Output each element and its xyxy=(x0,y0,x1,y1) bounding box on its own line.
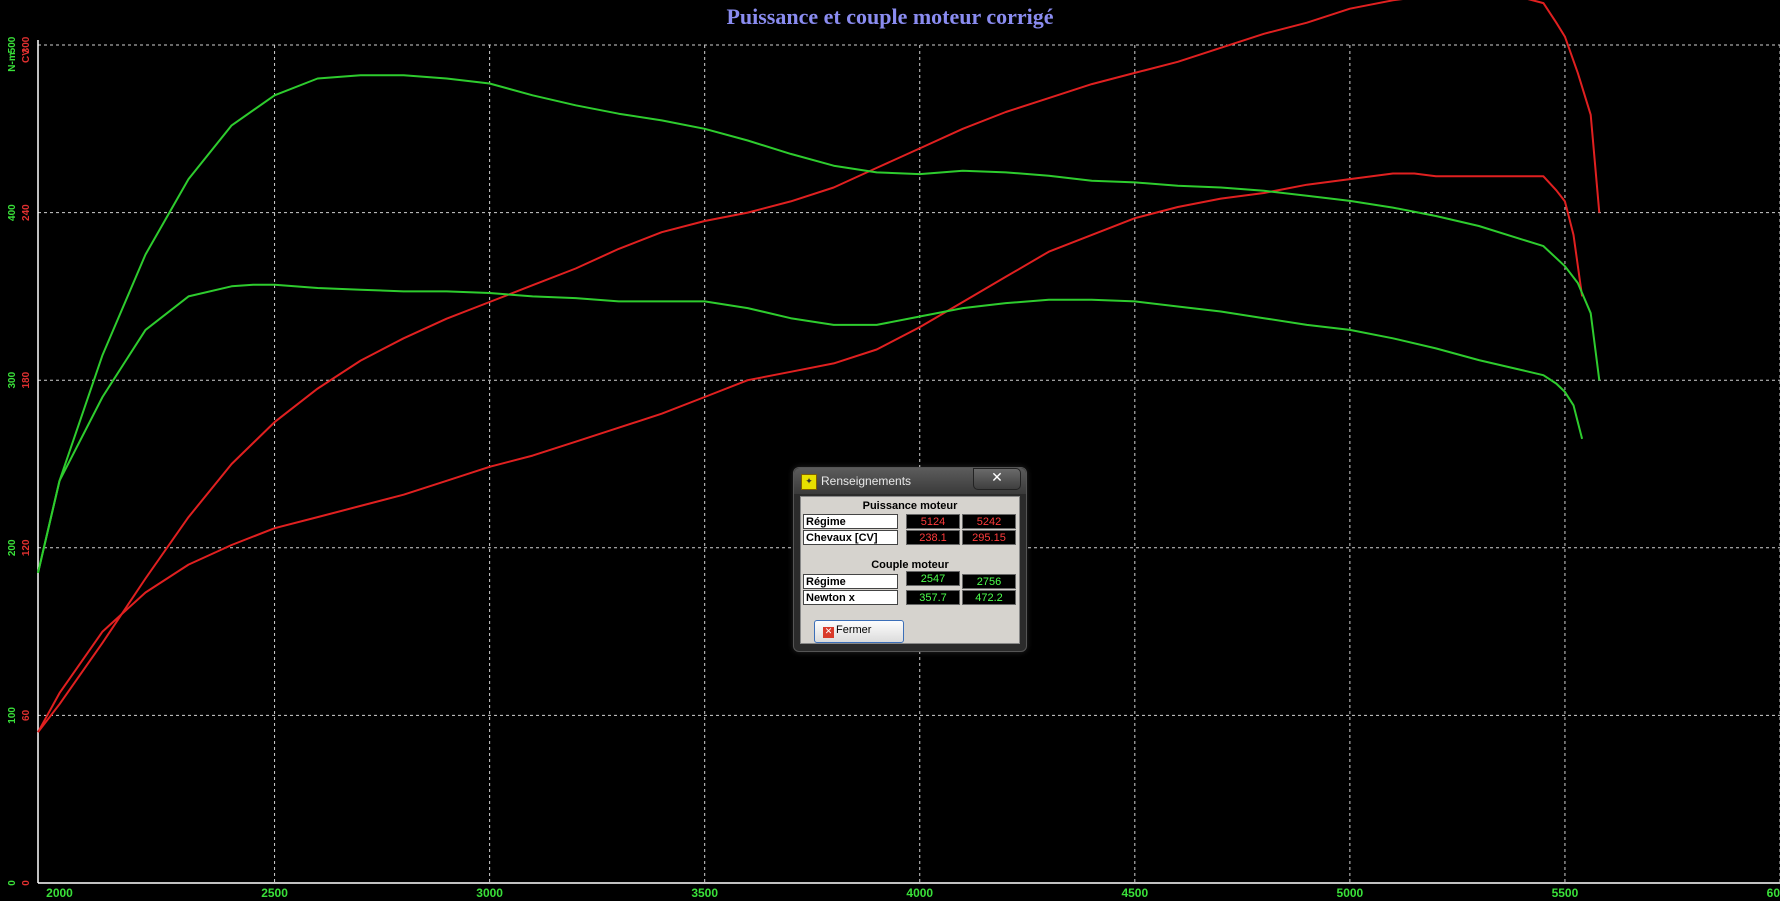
y-left-tick-label: 300 xyxy=(7,371,18,388)
y-left-tick-label: 500 xyxy=(7,36,18,53)
info-dialog: ✦ Renseignements ✕ Puissance moteur Régi… xyxy=(793,467,1027,652)
x-tick-label: 5500 xyxy=(1552,886,1579,900)
x-tick-label: 4500 xyxy=(1121,886,1148,900)
torque-nm-label: Newton x xyxy=(803,590,898,605)
x-tick-label: 4000 xyxy=(906,886,933,900)
x-tick-label: 2500 xyxy=(261,886,288,900)
dialog-body: Puissance moteur Régime 5124 5242 Chevau… xyxy=(800,496,1020,644)
power-rpm-value-1: 5124 xyxy=(906,514,960,529)
torque-rpm-label: Régime xyxy=(803,574,898,589)
y-right-tick-label: 240 xyxy=(21,204,32,221)
app-icon: ✦ xyxy=(801,474,817,490)
y-left-tick-label: 0 xyxy=(7,880,18,886)
dialog-title: Renseignements xyxy=(821,474,912,488)
power-rpm-value-2: 5242 xyxy=(962,514,1016,529)
x-tick-label: 5000 xyxy=(1337,886,1364,900)
y-left-tick-label: 400 xyxy=(7,204,18,221)
y-right-tick-label: 180 xyxy=(21,371,32,388)
y-left-tick-label: 200 xyxy=(7,539,18,556)
y-right-tick-label: 120 xyxy=(21,539,32,556)
power-cv-label: Chevaux [CV] xyxy=(803,530,898,545)
close-x-icon: ✕ xyxy=(823,627,834,638)
y-right-unit: CV xyxy=(21,49,32,63)
x-tick-label: 2000 xyxy=(46,886,73,900)
y-left-tick-label: 100 xyxy=(7,707,18,724)
dyno-chart: Puissance et couple moteur corrigé 2000 2… xyxy=(0,0,1780,901)
x-tick-label: 6000 xyxy=(1767,886,1780,900)
power-rpm-label: Régime xyxy=(803,514,898,529)
power-section-title: Puissance moteur xyxy=(862,500,958,512)
y-right-tick-label: 60 xyxy=(21,709,32,721)
torque-rpm-value-2: 2756 xyxy=(962,574,1016,589)
torque-nm-value-2: 472.2 xyxy=(962,590,1016,605)
torque-nm-value-1: 357.7 xyxy=(906,590,960,605)
torque-rpm-value-1: 2547 xyxy=(906,571,960,586)
torque-section-title: Couple moteur xyxy=(871,559,949,571)
chart-title: Puissance et couple moteur corrigé xyxy=(726,4,1053,29)
x-tick-label: 3000 xyxy=(476,886,503,900)
dialog-titlebar[interactable]: ✦ Renseignements ✕ xyxy=(794,468,1026,494)
x-tick-label: 3500 xyxy=(691,886,718,900)
y-right-tick-label: 0 xyxy=(21,880,32,886)
close-button-label: Fermer xyxy=(836,624,872,636)
close-button[interactable]: ✕ Fermer xyxy=(814,620,904,643)
power-cv-value-1: 238.1 xyxy=(906,530,960,545)
y-left-unit: N-m xyxy=(7,52,18,72)
close-icon[interactable]: ✕ xyxy=(973,468,1021,490)
power-cv-value-2: 295.15 xyxy=(962,530,1016,545)
